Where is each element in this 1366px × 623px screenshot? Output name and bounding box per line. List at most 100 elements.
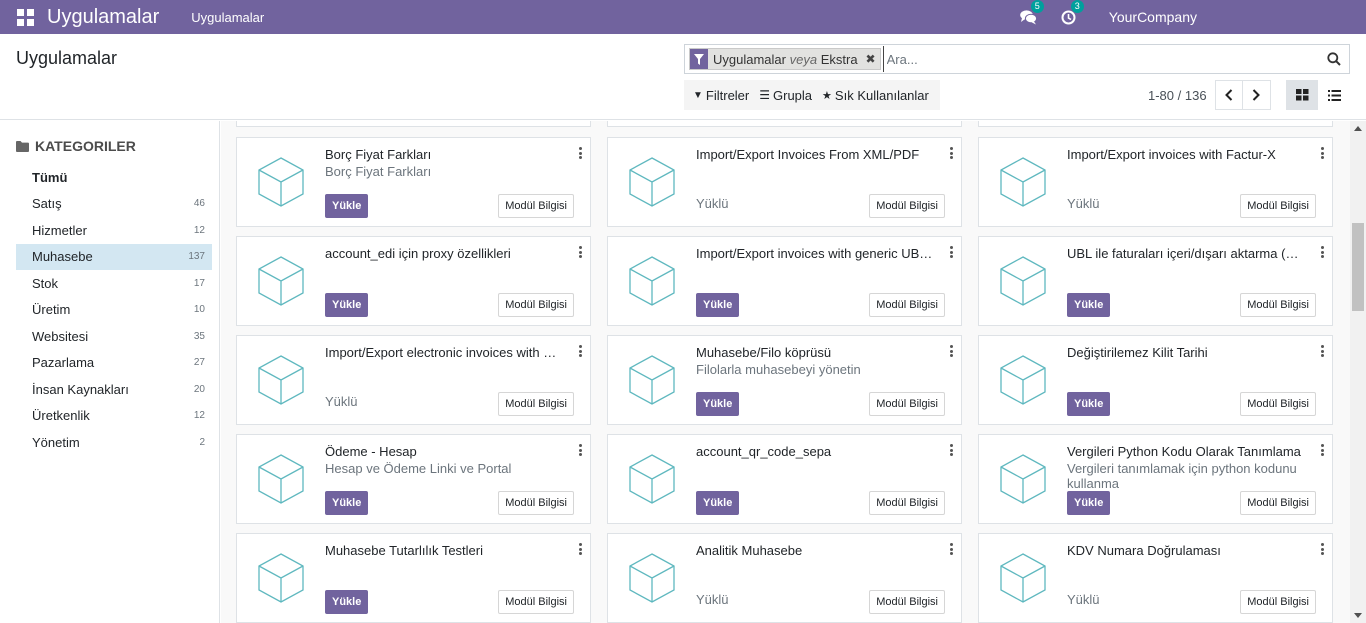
card-dropdown-icon[interactable] [947, 542, 955, 556]
card-dropdown-icon[interactable] [576, 443, 584, 457]
install-button[interactable]: Yükle [325, 194, 369, 218]
category-item-sales[interactable]: Satış 46 [16, 191, 212, 218]
module-cube-icon [258, 454, 304, 504]
company-switcher[interactable]: YourCompany [1109, 9, 1197, 25]
pager-next-button[interactable] [1242, 80, 1271, 110]
scroll-up-arrow[interactable] [1354, 126, 1362, 131]
category-item-all[interactable]: Tümü [16, 164, 212, 191]
card-dropdown-icon[interactable] [1318, 344, 1326, 358]
install-button[interactable]: Yükle [696, 491, 740, 515]
search-button[interactable] [1319, 45, 1349, 73]
card-dropdown-icon[interactable] [576, 245, 584, 259]
module-card[interactable]: Import/Export invoices with generic UBL/… [607, 236, 962, 326]
module-info-button[interactable]: Modül Bilgisi [869, 392, 945, 416]
navbar-brand[interactable]: Uygulamalar [47, 7, 159, 27]
category-item-services[interactable]: Hizmetler 12 [16, 217, 212, 244]
category-item-website[interactable]: Websitesi 35 [16, 323, 212, 350]
kanban-view-button[interactable] [1286, 80, 1318, 110]
module-info-button[interactable]: Modül Bilgisi [1240, 293, 1316, 317]
card-dropdown-icon[interactable] [947, 344, 955, 358]
card-dropdown-icon[interactable] [947, 443, 955, 457]
install-button[interactable]: Yükle [696, 293, 740, 317]
module-name: KDV Numara Doğrulaması [1067, 543, 1221, 558]
groupby-dropdown[interactable]: ☰ Grupla [754, 80, 817, 110]
favorites-label: Sık Kullanılanlar [834, 87, 929, 103]
module-card[interactable]: Analitik Muhasebe Modül Bilgisi Yüklü [607, 533, 962, 623]
module-info-button[interactable]: Modül Bilgisi [498, 491, 574, 515]
install-button[interactable]: Yükle [1067, 392, 1111, 416]
card-dropdown-icon[interactable] [947, 146, 955, 160]
pager-previous-button[interactable] [1214, 80, 1243, 110]
module-info-button[interactable]: Modül Bilgisi [869, 590, 945, 614]
module-info-button[interactable]: Modül Bilgisi [1240, 491, 1316, 515]
category-item-administration[interactable]: Yönetim 2 [16, 429, 212, 456]
module-card[interactable]: Muhasebe/Filo köprüsü Filolarla muhasebe… [607, 335, 962, 425]
module-card[interactable]: account_qr_code_sepa Modül Bilgisi Yükle [607, 434, 962, 524]
kanban-view: Borç Fiyat Farkları Borç Fiyat Farkları … [221, 121, 1366, 623]
install-button[interactable]: Yükle [325, 293, 369, 317]
card-dropdown-icon[interactable] [576, 542, 584, 556]
module-card[interactable]: Değiştirilemez Kilit Tarihi Modül Bilgis… [978, 335, 1333, 425]
card-dropdown-icon[interactable] [1318, 245, 1326, 259]
content-scrollbar[interactable] [1350, 121, 1366, 623]
activity-menu[interactable]: 3 [1049, 0, 1089, 34]
card-dropdown-icon[interactable] [576, 146, 584, 160]
search-input[interactable] [882, 46, 1319, 72]
module-info-button[interactable]: Modül Bilgisi [869, 491, 945, 515]
facet-remove-icon[interactable]: ✖ [862, 52, 880, 66]
module-card[interactable]: Import/Export invoices with Factur-X Mod… [978, 137, 1333, 227]
module-cube-icon [629, 355, 675, 405]
category-label: İnsan Kaynakları [32, 381, 129, 397]
category-list: Tümü Satış 46 Hizmetler 12 Muhasebe 137 Sto… [16, 164, 212, 456]
search-bar: Uygulamalar veya Ekstra ✖ [684, 44, 1350, 74]
module-card[interactable]: Import/Export Invoices From XML/PDF Modü… [607, 137, 962, 227]
module-info-button[interactable]: Modül Bilgisi [1240, 194, 1316, 218]
module-cube-icon [629, 553, 675, 603]
install-button[interactable]: Yükle [325, 590, 369, 614]
module-info-button[interactable]: Modül Bilgisi [869, 194, 945, 218]
module-info-button[interactable]: Modül Bilgisi [498, 293, 574, 317]
card-dropdown-icon[interactable] [1318, 542, 1326, 556]
module-card[interactable]: Import/Export electronic invoices with U… [236, 335, 591, 425]
module-card[interactable]: account_edi için proxy özellikleri Modül… [236, 236, 591, 326]
card-dropdown-icon[interactable] [576, 344, 584, 358]
category-label: Stok [32, 275, 59, 291]
module-info-button[interactable]: Modül Bilgisi [1240, 392, 1316, 416]
install-button[interactable]: Yükle [696, 392, 740, 416]
card-dropdown-icon[interactable] [947, 245, 955, 259]
category-item-accounting[interactable]: Muhasebe 137 [16, 243, 212, 270]
category-item-manufacturing[interactable]: Üretim 10 [16, 297, 212, 324]
card-dropdown-icon[interactable] [1318, 146, 1326, 160]
filters-dropdown[interactable]: ▼ Filtreler [688, 80, 754, 110]
module-card[interactable]: KDV Numara Doğrulaması Modül Bilgisi Yük… [978, 533, 1333, 623]
messaging-menu[interactable]: 5 [1009, 0, 1049, 34]
module-card[interactable]: Muhasebe Tutarlılık Testleri Modül Bilgi… [236, 533, 591, 623]
card-dropdown-icon[interactable] [1318, 443, 1326, 457]
category-item-hr[interactable]: İnsan Kaynakları 20 [16, 376, 212, 403]
category-item-marketing[interactable]: Pazarlama 27 [16, 350, 212, 377]
category-item-inventory[interactable]: Stok 17 [16, 270, 212, 297]
scroll-thumb[interactable] [1352, 223, 1364, 311]
favorites-dropdown[interactable]: ★ Sık Kullanılanlar [817, 80, 934, 110]
install-button[interactable]: Yükle [1067, 293, 1111, 317]
install-button[interactable]: Yükle [325, 491, 369, 515]
list-view-button[interactable] [1318, 80, 1350, 110]
navbar-menu-apps[interactable]: Uygulamalar [191, 10, 264, 25]
module-info-button[interactable]: Modül Bilgisi [498, 194, 574, 218]
category-item-productivity[interactable]: Üretkenlik 12 [16, 403, 212, 430]
facet-label: Uygulamalar veya Ekstra [708, 52, 862, 67]
apps-menu-icon[interactable] [13, 5, 37, 29]
module-cube-icon [1000, 157, 1046, 207]
module-card[interactable]: Ödeme - Hesap Hesap ve Ödeme Linki ve Po… [236, 434, 591, 524]
module-info-button[interactable]: Modül Bilgisi [498, 392, 574, 416]
install-button[interactable]: Yükle [1067, 491, 1111, 515]
pager-value[interactable]: 1-80 / 136 [1148, 88, 1207, 103]
module-info-button[interactable]: Modül Bilgisi [869, 293, 945, 317]
scroll-down-arrow[interactable] [1354, 613, 1362, 618]
module-info-button[interactable]: Modül Bilgisi [1240, 590, 1316, 614]
module-card[interactable]: Vergileri Python Kodu Olarak Tanımlama V… [978, 434, 1333, 524]
module-info-button[interactable]: Modül Bilgisi [498, 590, 574, 614]
module-card[interactable]: Borç Fiyat Farkları Borç Fiyat Farkları … [236, 137, 591, 227]
module-card[interactable]: UBL ile faturaları içeri/dışarı aktarma … [978, 236, 1333, 326]
messages-count-badge: 5 [1030, 0, 1044, 13]
